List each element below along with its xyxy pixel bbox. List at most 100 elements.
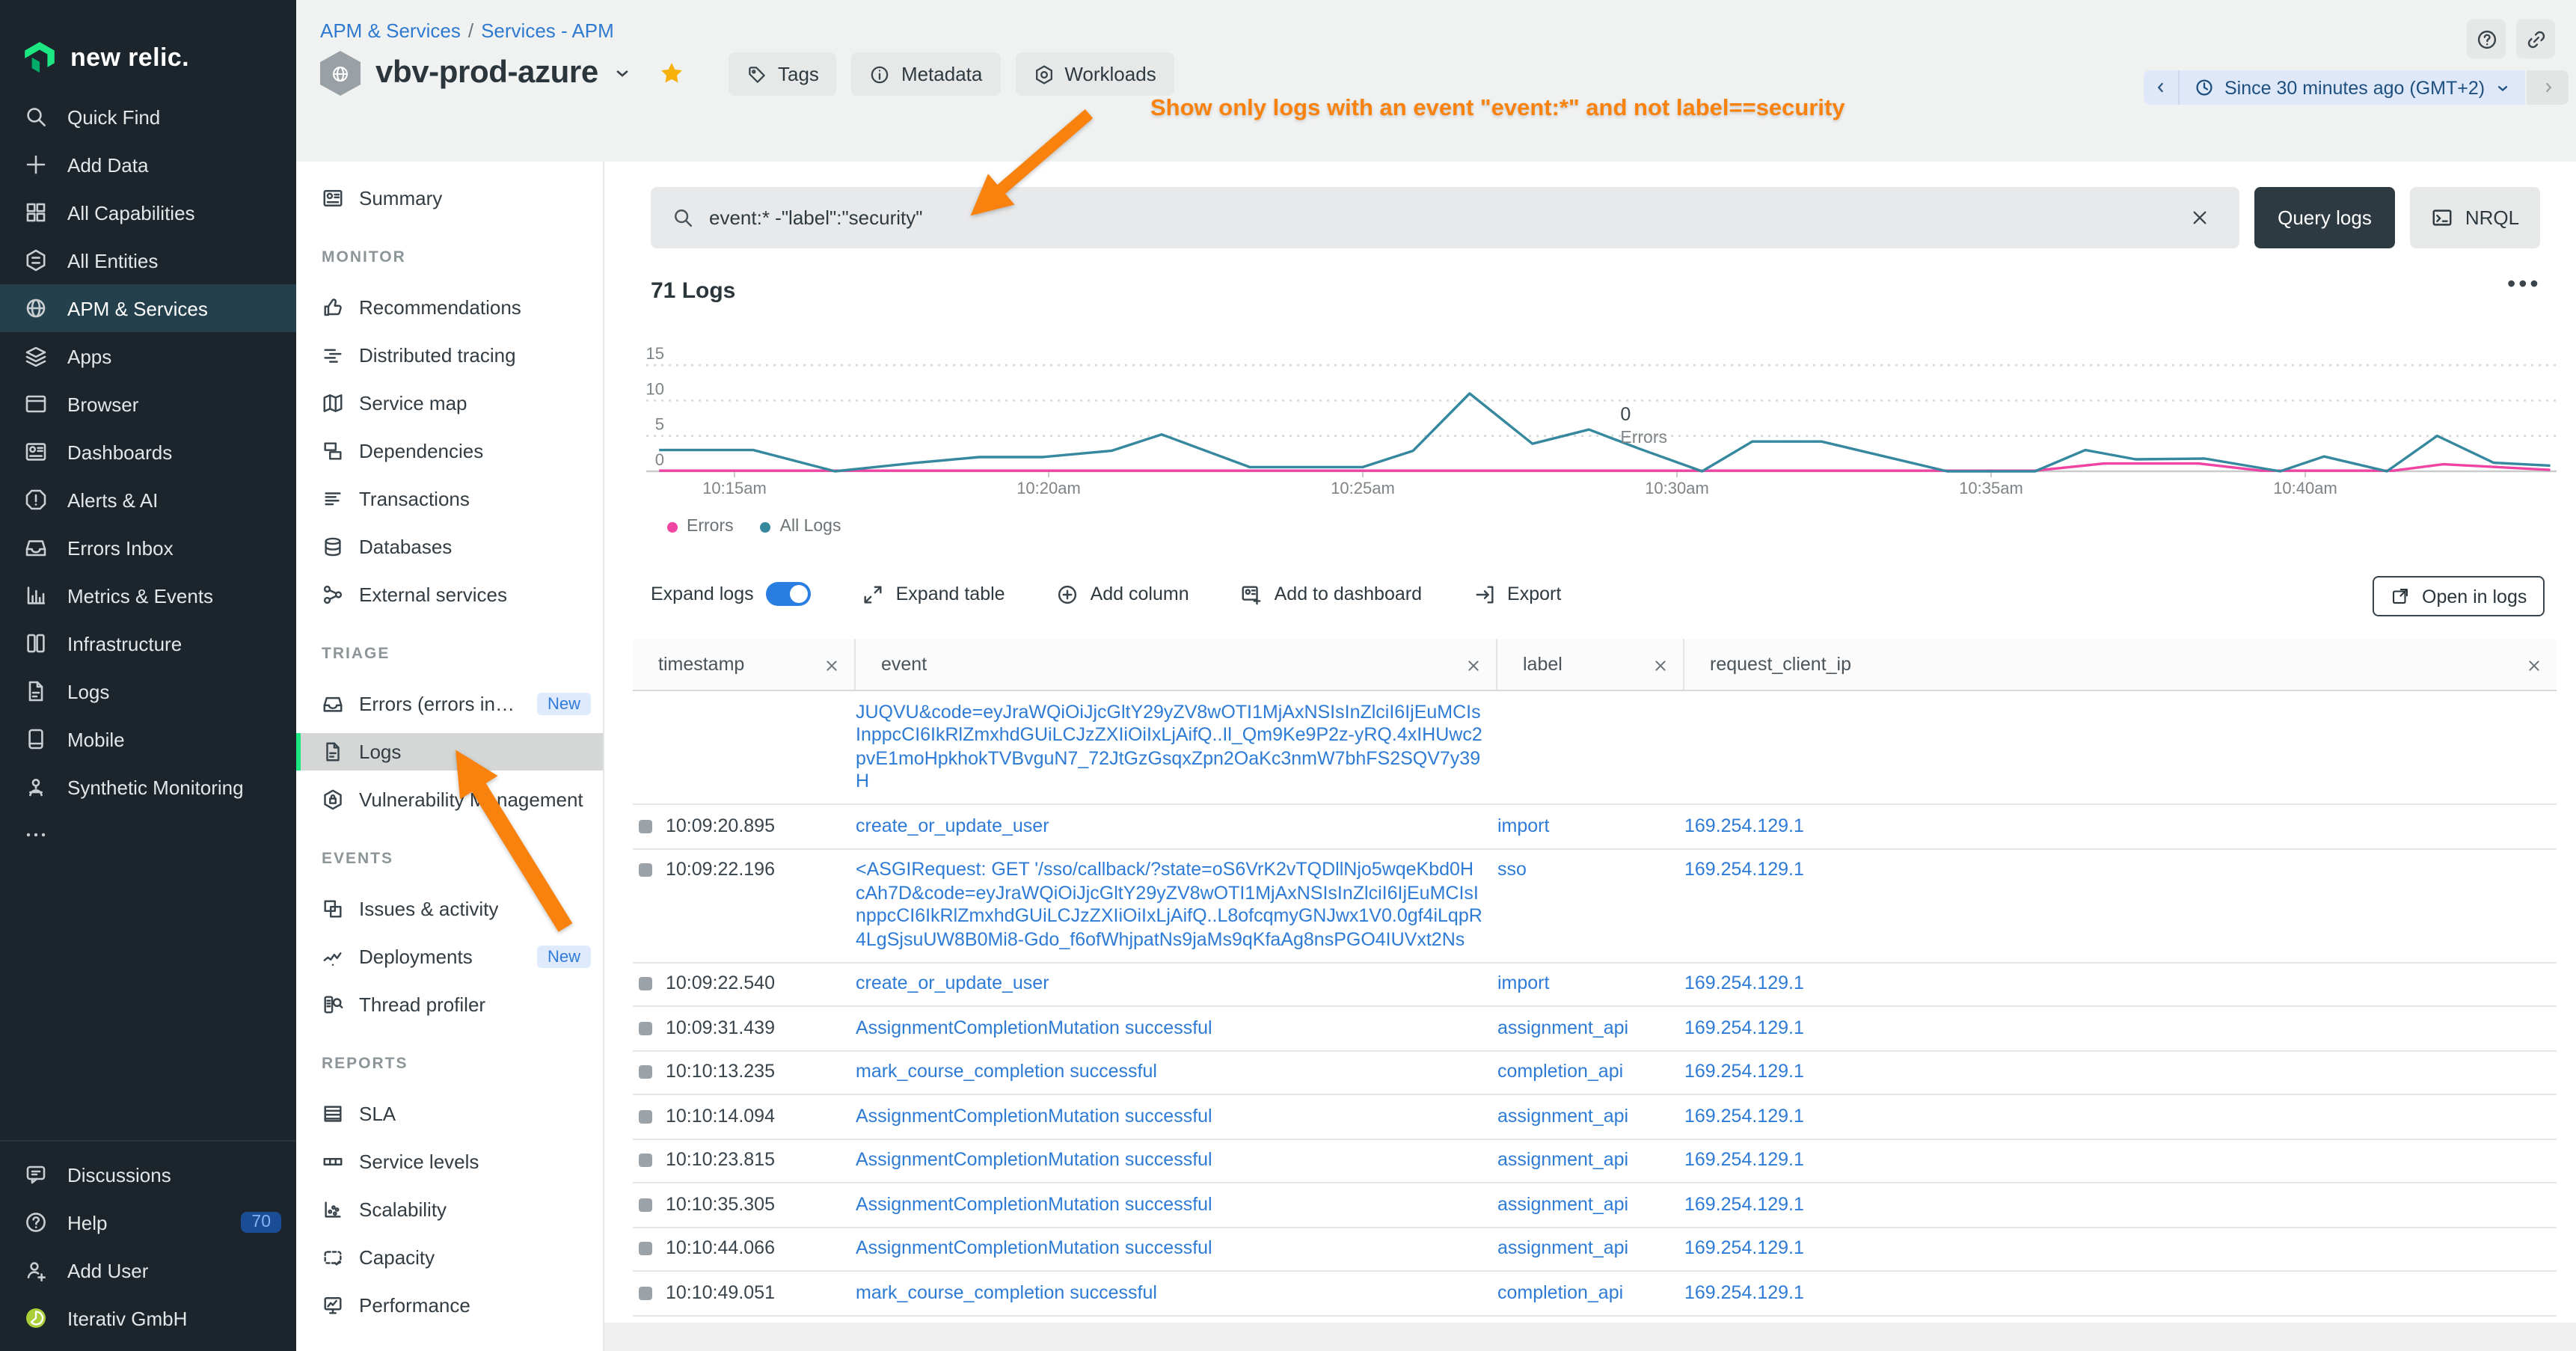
event-link[interactable]: create_or_update_user: [856, 972, 1049, 993]
more-options-icon[interactable]: •••: [2507, 272, 2542, 299]
copy-link-button[interactable]: [2516, 19, 2555, 58]
log-row[interactable]: JUQVU&code=eyJraWQiOiJjcGltY29yZV8wOTI1M…: [633, 691, 2557, 805]
row-marker-icon[interactable]: [639, 1065, 652, 1079]
open-in-logs-button[interactable]: Open in logs: [2373, 576, 2545, 616]
expand-logs-toggle[interactable]: Expand logs: [651, 582, 811, 606]
legend-item-errors[interactable]: Errors: [667, 518, 734, 536]
label-link[interactable]: import: [1497, 972, 1549, 993]
subnav-item-distributed-tracing[interactable]: Distributed tracing: [296, 337, 603, 374]
label-link[interactable]: import: [1497, 815, 1549, 836]
legend-item-all-logs[interactable]: All Logs: [761, 518, 841, 536]
row-marker-icon[interactable]: [639, 819, 652, 833]
log-row[interactable]: 10:10:35.305AssignmentCompletionMutation…: [633, 1183, 2557, 1228]
subnav-item-databases[interactable]: Databases: [296, 528, 603, 566]
sidebar-item-alerts-ai[interactable]: Alerts & AI: [0, 476, 296, 524]
column-header-request_client_ip[interactable]: request_client_ip: [1684, 639, 2557, 690]
event-link[interactable]: AssignmentCompletionMutation successful: [856, 1237, 1212, 1258]
sidebar-item-apps[interactable]: Apps: [0, 332, 296, 380]
sidebar-item-all-entities[interactable]: All Entities: [0, 236, 296, 284]
breadcrumb-services-apm[interactable]: Services - APM: [481, 19, 614, 42]
sidebar-item-help[interactable]: Help70: [0, 1198, 296, 1246]
event-link[interactable]: AssignmentCompletionMutation successful: [856, 1149, 1212, 1170]
event-link[interactable]: AssignmentCompletionMutation successful: [856, 1105, 1212, 1126]
request_client_ip-link[interactable]: 169.254.129.1: [1684, 1017, 1804, 1038]
subnav-item-thread-profiler[interactable]: Thread profiler: [296, 986, 603, 1023]
nrql-button[interactable]: NRQL: [2410, 187, 2540, 248]
sidebar-item-discussions[interactable]: Discussions: [0, 1151, 296, 1198]
row-marker-icon[interactable]: [639, 1286, 652, 1299]
tags-button[interactable]: Tags: [729, 52, 837, 96]
row-marker-icon[interactable]: [639, 863, 652, 877]
sidebar-item-overflow[interactable]: [0, 811, 296, 859]
row-marker-icon[interactable]: [639, 1154, 652, 1167]
log-row[interactable]: 10:09:22.196<ASGIRequest: GET '/sso/call…: [633, 849, 2557, 963]
row-marker-icon[interactable]: [639, 977, 652, 990]
sidebar-item-metrics-events[interactable]: Metrics & Events: [0, 572, 296, 619]
label-link[interactable]: assignment_api: [1497, 1017, 1628, 1038]
remove-column-icon[interactable]: [824, 657, 839, 672]
sidebar-item-add-data[interactable]: Add Data: [0, 141, 296, 189]
sidebar-item-quick-find[interactable]: Quick Find: [0, 93, 296, 141]
favorite-star-icon[interactable]: [658, 60, 685, 87]
event-link[interactable]: AssignmentCompletionMutation successful: [856, 1193, 1212, 1214]
subnav-item-deployments[interactable]: DeploymentsNew: [296, 938, 603, 975]
toggle-on-icon[interactable]: [766, 582, 811, 606]
log-row[interactable]: 10:10:13.235mark_course_completion succe…: [633, 1051, 2557, 1095]
breadcrumb-apm-services[interactable]: APM & Services: [320, 19, 461, 42]
request_client_ip-link[interactable]: 169.254.129.1: [1684, 1061, 1804, 1082]
label-link[interactable]: completion_api: [1497, 1281, 1623, 1302]
label-link[interactable]: assignment_api: [1497, 1193, 1628, 1214]
subnav-item-capacity[interactable]: Capacity: [296, 1239, 603, 1276]
request_client_ip-link[interactable]: 169.254.129.1: [1684, 1149, 1804, 1170]
column-header-timestamp[interactable]: timestamp: [633, 639, 856, 690]
subnav-item-issues-activity[interactable]: Issues & activity: [296, 890, 603, 928]
column-header-event[interactable]: event: [856, 639, 1497, 690]
subnav-item-scalability[interactable]: Scalability: [296, 1191, 603, 1228]
add-column-button[interactable]: Add column: [1056, 583, 1189, 605]
log-row[interactable]: 10:10:49.051mark_course_completion succe…: [633, 1272, 2557, 1316]
subnav-item-recommendations[interactable]: Recommendations: [296, 289, 603, 326]
workloads-button[interactable]: Workloads: [1015, 52, 1174, 96]
log-row[interactable]: 10:10:44.066AssignmentCompletionMutation…: [633, 1228, 2557, 1272]
sidebar-item-errors-inbox[interactable]: Errors Inbox: [0, 524, 296, 572]
label-link[interactable]: assignment_api: [1497, 1149, 1628, 1170]
subnav-item-transactions[interactable]: Transactions: [296, 480, 603, 518]
time-forward-button[interactable]: [2527, 70, 2569, 105]
metadata-button[interactable]: Metadata: [852, 52, 1000, 96]
subnav-item-logs[interactable]: Logs: [296, 733, 603, 771]
label-link[interactable]: assignment_api: [1497, 1105, 1628, 1126]
export-button[interactable]: Export: [1473, 583, 1561, 605]
clear-query-icon[interactable]: [2180, 198, 2218, 237]
row-marker-icon[interactable]: [639, 1109, 652, 1123]
new-relic-logo[interactable]: new relic.: [0, 0, 296, 93]
remove-column-icon[interactable]: [1653, 657, 1668, 672]
label-link[interactable]: sso: [1497, 859, 1527, 880]
event-link[interactable]: <ASGIRequest: GET '/sso/callback/?state=…: [856, 859, 1482, 949]
subnav-item-summary[interactable]: Summary: [296, 180, 603, 217]
sidebar-item-iterativ-gmbh[interactable]: Iterativ GmbH: [0, 1294, 296, 1342]
help-button[interactable]: [2467, 19, 2506, 58]
log-row[interactable]: 10:09:31.439AssignmentCompletionMutation…: [633, 1007, 2557, 1051]
request_client_ip-link[interactable]: 169.254.129.1: [1684, 1237, 1804, 1258]
subnav-item-service-levels[interactable]: Service levels: [296, 1143, 603, 1180]
remove-column-icon[interactable]: [2527, 657, 2542, 672]
sidebar-item-all-capabilities[interactable]: All Capabilities: [0, 189, 296, 236]
sidebar-item-browser[interactable]: Browser: [0, 380, 296, 428]
subnav-item-sla[interactable]: SLA: [296, 1095, 603, 1133]
expand-table-button[interactable]: Expand table: [862, 583, 1005, 605]
subnav-item-performance[interactable]: Performance: [296, 1287, 603, 1324]
row-marker-icon[interactable]: [639, 1242, 652, 1255]
subnav-item-dependencies[interactable]: Dependencies: [296, 432, 603, 470]
label-link[interactable]: completion_api: [1497, 1061, 1623, 1082]
sidebar-item-dashboards[interactable]: Dashboards: [0, 428, 296, 476]
remove-column-icon[interactable]: [1466, 657, 1481, 672]
sidebar-item-apm-services[interactable]: APM & Services: [0, 284, 296, 332]
entity-dropdown-chevron-icon[interactable]: [613, 64, 631, 82]
sidebar-item-add-user[interactable]: Add User: [0, 1246, 296, 1294]
row-marker-icon[interactable]: [639, 1021, 652, 1035]
subnav-item-vulnerability-management[interactable]: Vulnerability Management: [296, 781, 603, 818]
subnav-item-errors-errors-inb-[interactable]: Errors (errors inb...New: [296, 685, 603, 723]
log-query-input[interactable]: event:* -"label":"security": [651, 187, 2239, 248]
column-header-label[interactable]: label: [1497, 639, 1684, 690]
event-link[interactable]: mark_course_completion successful: [856, 1061, 1157, 1082]
